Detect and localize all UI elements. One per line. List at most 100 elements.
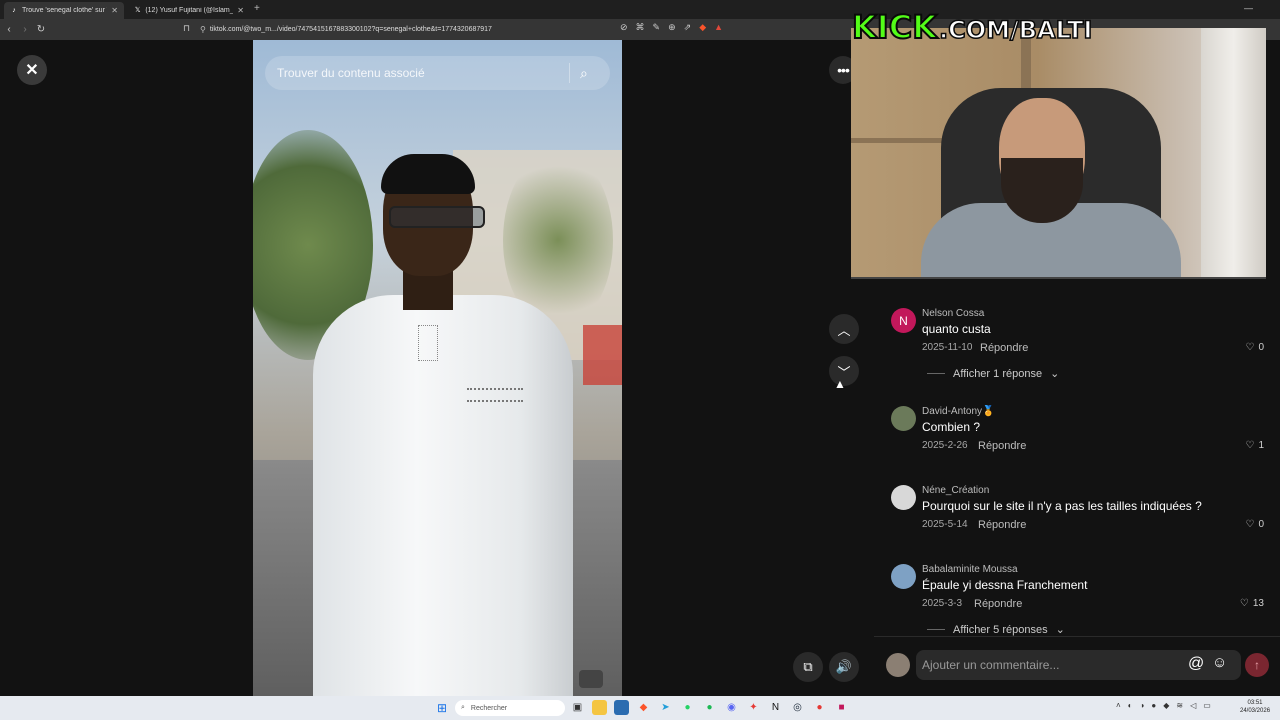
taskbar-search[interactable]: ⌕ Rechercher [455,700,565,716]
volume-icon[interactable]: ◁ [1190,701,1196,710]
bookmark-icon[interactable]: ⊓ [183,23,190,34]
comment-author[interactable]: Nelson Cossa [922,308,984,319]
wifi-icon[interactable]: ≋ [1176,701,1183,710]
brave-shield-icon[interactable]: ◆ [699,22,706,33]
comment-author[interactable]: David-Antony🏅 [922,406,994,417]
brave-rewards-icon[interactable]: ▲ [714,22,723,33]
store-icon[interactable] [614,700,629,715]
avatar[interactable] [891,406,916,431]
divider [569,63,570,83]
reload-icon[interactable]: ↻ [34,24,48,35]
tray-icon[interactable]: ● [1151,701,1156,710]
comment-author[interactable]: Babalaminite Moussa [922,564,1018,575]
tray-icon[interactable]: ◐ [1128,701,1133,710]
block-icon[interactable]: ⊘ [620,22,628,33]
record-icon[interactable]: ● [812,700,827,715]
volume-button[interactable]: 🔊 [829,652,859,682]
tab-tiktok[interactable]: ♪ Trouve 'senegal clothe' sur TikTok ✕ [4,2,124,19]
heart-icon: ♡ [1245,519,1255,530]
view-replies-button[interactable]: Afficher 1 réponse ⌄ [927,367,1059,380]
battery-icon[interactable]: ▭ [1203,701,1211,710]
view-replies-button[interactable]: Afficher 5 réponses ⌄ [927,623,1065,636]
clock-time: 03:51 [1247,700,1263,706]
emoji-icon[interactable]: ☺ [1212,654,1227,671]
search-icon[interactable]: ⌕ [580,65,610,82]
screen: ♪ Trouve 'senegal clothe' sur TikTok ✕ 𝕏… [0,0,1280,720]
whatsapp-icon[interactable]: ● [680,700,695,715]
tab-close-icon[interactable]: ✕ [111,6,118,15]
translate-icon[interactable]: ⌘ [636,22,645,33]
chevron-down-icon: ⌄ [1050,368,1060,380]
comment-date: 2025-3-3 [922,598,963,609]
tab-close-icon[interactable]: ✕ [237,6,244,15]
comment-item: Babalaminite Moussa Épaule yi dessna Fra… [874,564,1280,626]
like-count: 0 [1258,342,1264,353]
search-placeholder: Trouver du contenu associé [277,66,425,80]
video-player[interactable] [253,40,622,696]
avatar[interactable] [891,485,916,510]
brave-icon[interactable]: ◆ [636,700,651,715]
video-frame-part [579,670,603,688]
share-icon[interactable]: ⇗ [684,22,692,33]
system-tray: ˄ ◐ ◑ ● ◆ ≋ ◁ ▭ [1116,701,1211,710]
kick-logo: KICK [851,7,938,47]
taskbar-clock[interactable]: 03:51 24/03/2026 [1240,699,1270,715]
avatar[interactable] [891,564,916,589]
url-text: tiktok.com/@two_m.../video/7475415167883… [209,26,492,33]
back-icon[interactable]: ‹ [2,24,16,35]
floating-player-button[interactable]: ⧉ [793,652,823,682]
avatar[interactable]: N [891,308,916,333]
comment-item: David-Antony🏅 Combien ? 2025-2-26 Répond… [874,406,1280,468]
taskbar-apps: ▣ ◆ ➤ ● ● ◉ ✦ N ◎ ● ■ [570,700,849,715]
like-button[interactable]: ♡ 0 [1245,342,1264,353]
notion-icon[interactable]: N [768,700,783,715]
task-view-icon[interactable]: ▣ [570,700,585,715]
reply-button[interactable]: Répondre [978,519,1026,531]
comment-item: Néne_Création Pourquoi sur le site il n'… [874,485,1280,547]
taskbar: ⊞ ⌕ Rechercher ▣ ◆ ➤ ● ● ◉ ✦ N ◎ ● ■ ˄ ◐… [0,696,1280,720]
tray-icon[interactable]: ◑ [1140,701,1145,710]
mouse-cursor-icon: ▲ [834,377,846,391]
send-button[interactable]: ↑ [1245,653,1269,677]
kick-watermark: KICK .COM/BALTI [851,7,1093,47]
heart-icon: ♡ [1239,598,1249,609]
tray-icon[interactable]: ◆ [1163,701,1169,710]
related-search-bar[interactable]: Trouver du contenu associé ⌕ [265,56,610,90]
video-frame-part [381,154,475,194]
user-avatar[interactable] [886,653,910,677]
comment-item: N Nelson Cossa quanto custa 2025-11-10 R… [874,308,1280,370]
chevron-up-icon[interactable]: ˄ [1116,701,1121,710]
app-icon[interactable]: ✦ [746,700,761,715]
file-explorer-icon[interactable] [592,700,607,715]
comment-date: 2025-5-14 [922,519,968,530]
divider [927,373,945,374]
edit-icon[interactable]: ✎ [653,22,661,33]
minimize-icon[interactable]: — [1244,3,1253,13]
comment-author[interactable]: Néne_Création [922,485,989,496]
comment-text: Combien ? [922,420,981,434]
reply-button[interactable]: Répondre [974,598,1022,610]
telegram-icon[interactable]: ➤ [658,700,673,715]
app-icon[interactable]: ■ [834,700,849,715]
mention-icon[interactable]: @ [1188,655,1204,673]
zoom-icon[interactable]: ⊕ [668,22,676,33]
spotify-icon[interactable]: ● [702,700,717,715]
video-frame-part [467,388,523,402]
steam-icon[interactable]: ◎ [790,700,805,715]
like-button[interactable]: ♡ 0 [1245,519,1264,530]
close-button[interactable]: ✕ [17,55,47,85]
tab-label: Trouve 'senegal clothe' sur TikTok [21,7,107,14]
new-tab-icon[interactable]: + [254,3,260,14]
site-info-icon[interactable]: ⚲ [200,25,206,34]
like-button[interactable]: ♡ 13 [1240,598,1264,609]
discord-icon[interactable]: ◉ [724,700,739,715]
kick-channel: .COM/BALTI [938,15,1093,45]
reply-button[interactable]: Répondre [980,342,1028,354]
reply-button[interactable]: Répondre [978,440,1026,452]
tab-x[interactable]: 𝕏 (12) Yusuf Fujitani (@Islam_Tawheed) ✕ [128,2,250,19]
like-count: 13 [1252,598,1264,609]
windows-start-icon[interactable]: ⊞ [437,701,447,715]
like-button[interactable]: ♡ 1 [1245,440,1264,451]
forward-icon[interactable]: › [18,24,32,35]
previous-video-button[interactable]: ︿ [829,314,859,344]
